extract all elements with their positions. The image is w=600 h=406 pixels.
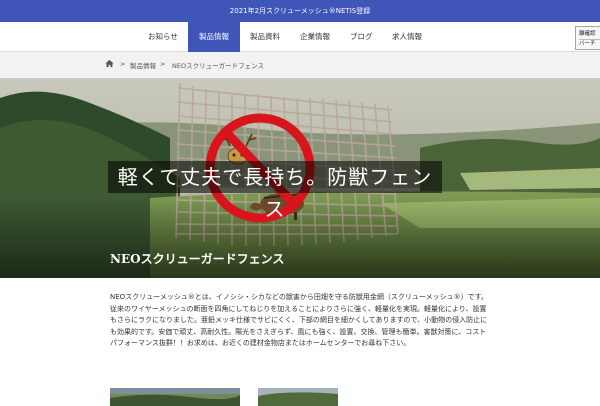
breadcrumb-item-current: NEOスクリューガードフェンス <box>172 62 264 70</box>
side-widget-line1: 離確認 <box>579 31 596 37</box>
nav-item-blog[interactable]: ブログ <box>350 22 373 52</box>
home-icon[interactable] <box>105 59 114 68</box>
gallery-photo[interactable] <box>258 388 338 406</box>
nav-item-recruit[interactable]: 求人情報 <box>392 22 422 52</box>
breadcrumb-separator: > <box>120 60 126 68</box>
main-navigation: お知らせ 製品情報 製品資料 企業情報 ブログ 求人情報 <box>0 22 600 52</box>
breadcrumb: > 製品情報 > NEOスクリューガードフェンス <box>0 52 600 78</box>
nav-item-documents[interactable]: 製品資料 <box>250 22 280 52</box>
nav-item-company[interactable]: 企業情報 <box>300 22 330 52</box>
hero-product-title: NEOスクリューガードフェンス <box>110 252 285 266</box>
gallery-photo[interactable] <box>110 388 240 406</box>
nav-item-products[interactable]: 製品情報 <box>188 22 240 52</box>
nav-item-news[interactable]: お知らせ <box>148 22 178 52</box>
announcement-text: 2021年2月スクリューメッシュ®NETIS登録 <box>229 7 371 15</box>
breadcrumb-item-products[interactable]: 製品情報 <box>130 60 156 70</box>
product-description: NEOスクリューメッシュ®とは、イノシシ・シカなどの獣害から田畑を守る防獣用金網… <box>110 293 488 347</box>
product-gallery <box>0 388 600 406</box>
side-widget-line2: バーチ <box>579 39 600 49</box>
hero-headline: 軽くて丈夫で長持ち。防獣フェンス <box>108 161 442 221</box>
breadcrumb-separator: > <box>160 60 166 68</box>
announcement-bar: 2021年2月スクリューメッシュ®NETIS登録 <box>0 0 600 22</box>
hero-banner: 軽くて丈夫で長持ち。防獣フェンス NEOスクリューガードフェンス <box>0 78 600 278</box>
side-widget[interactable]: 離確認 バーチ <box>575 26 600 50</box>
